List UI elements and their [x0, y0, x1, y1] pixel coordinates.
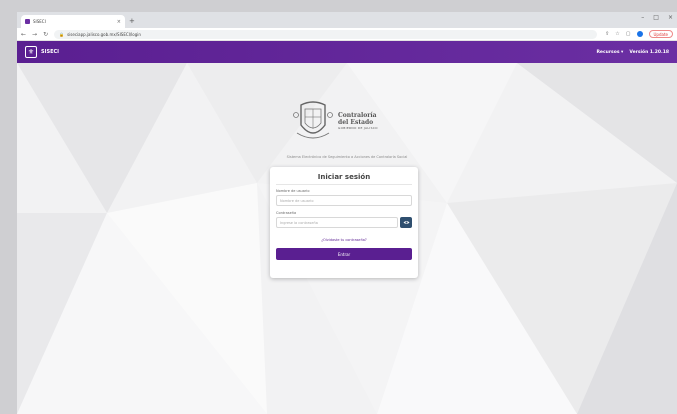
- divider: [276, 184, 412, 185]
- resources-menu[interactable]: Recursos ▾: [596, 50, 623, 55]
- extensions-icon[interactable]: ▢: [626, 31, 631, 37]
- login-page: Contraloría del Estado GOBIERNO DE JALIS…: [17, 63, 677, 414]
- password-label: Contraseña: [276, 211, 297, 215]
- url-text: siseciapp.jalisco.gob.mx/SISECI/login: [67, 31, 141, 37]
- eye-icon: [403, 221, 409, 224]
- forward-button[interactable]: →: [32, 31, 37, 38]
- logo-line-3: GOBIERNO DE JALISCO: [338, 126, 378, 130]
- share-icon[interactable]: ⇪: [605, 31, 609, 37]
- logo-text: Contraloría del Estado GOBIERNO DE JALIS…: [338, 112, 378, 130]
- forgot-password-link[interactable]: ¿Olvidaste tu contraseña?: [276, 238, 412, 242]
- version-label: Versión 1.20.18: [629, 49, 669, 55]
- username-placeholder: Nombre de usuario: [280, 198, 314, 203]
- lock-icon: 🔒: [59, 31, 65, 37]
- address-bar: ← → ↻ 🔒 siseciapp.jalisco.gob.mx/SISECI/…: [17, 28, 677, 41]
- logo-line-2: del Estado: [338, 119, 374, 126]
- maximize-button[interactable]: □: [653, 14, 659, 21]
- show-password-button[interactable]: [400, 217, 412, 228]
- login-submit-button[interactable]: Entrar: [276, 248, 412, 260]
- coat-of-arms-icon: [293, 101, 333, 139]
- app-header: ⚜ SISECI Recursos ▾ Versión 1.20.18: [17, 41, 677, 63]
- browser-window: SISECI × + – □ × ← → ↻ 🔒 siseciapp.jalis…: [17, 12, 677, 414]
- system-name: Sistema Electrónico de Seguimiento a Acc…: [286, 155, 408, 159]
- app-logo-icon: ⚜: [25, 46, 37, 58]
- nav-buttons: ← → ↻: [21, 31, 48, 38]
- logo-line-1: Contraloría: [338, 112, 377, 119]
- login-title: Iniciar sesión: [317, 173, 371, 181]
- tab-strip: SISECI × + – □ ×: [17, 12, 677, 28]
- bookmark-star-icon[interactable]: ☆: [615, 31, 619, 37]
- username-label: Nombre de usuario: [276, 189, 310, 193]
- url-input[interactable]: 🔒 siseciapp.jalisco.gob.mx/SISECI/login: [54, 29, 598, 39]
- new-tab-button[interactable]: +: [129, 17, 135, 25]
- tab-title: SISECI: [33, 19, 46, 24]
- password-row: Ingrese la contraseña: [276, 217, 412, 228]
- contraloria-logo: Contraloría del Estado GOBIERNO DE JALIS…: [293, 97, 403, 145]
- login-card: Iniciar sesión Nombre de usuario Nombre …: [270, 167, 418, 278]
- browser-tab[interactable]: SISECI ×: [21, 15, 125, 28]
- back-button[interactable]: ←: [21, 31, 26, 38]
- update-button[interactable]: Update: [648, 30, 673, 38]
- tab-close-icon[interactable]: ×: [117, 19, 121, 25]
- app-name: SISECI: [41, 49, 60, 55]
- window-controls: – □ ×: [641, 14, 673, 21]
- app-header-right: Recursos ▾ Versión 1.20.18: [596, 50, 669, 55]
- profile-avatar[interactable]: [636, 31, 643, 37]
- close-window-button[interactable]: ×: [668, 14, 673, 21]
- minimize-button[interactable]: –: [641, 14, 644, 21]
- browser-tools: ⇪ ☆ ▢ Update: [605, 30, 673, 38]
- reload-button[interactable]: ↻: [43, 31, 48, 38]
- favicon-icon: [25, 19, 30, 24]
- username-input[interactable]: Nombre de usuario: [276, 195, 412, 206]
- password-placeholder: Ingrese la contraseña: [280, 220, 318, 225]
- password-input[interactable]: Ingrese la contraseña: [276, 217, 398, 228]
